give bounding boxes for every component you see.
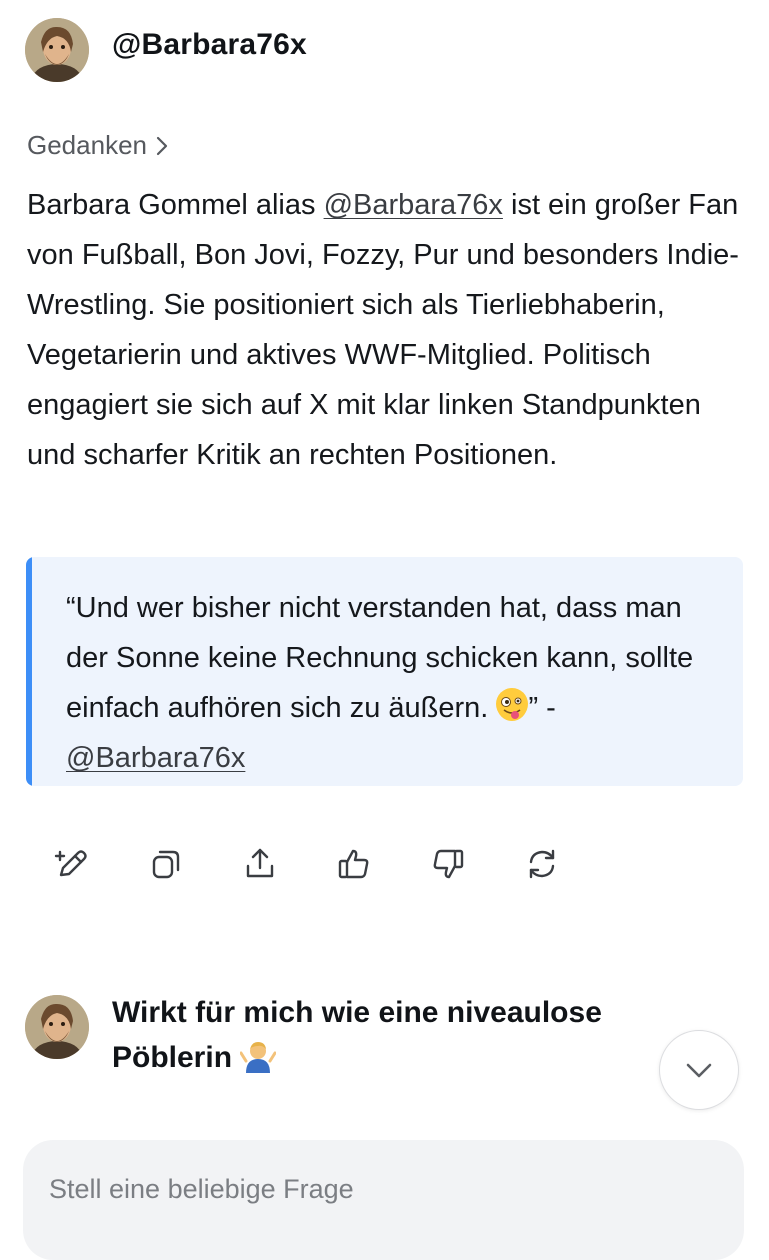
copy-icon [152, 850, 180, 879]
username-title: @Barbara76x [112, 28, 307, 61]
user-message-text: Wirkt für mich wie eine niveaulose Pöble… [112, 996, 602, 1074]
regenerate-icon [529, 849, 555, 879]
thumbs-up-icon [338, 849, 369, 879]
thoughts-label: Gedanken [27, 130, 147, 160]
mention-link[interactable]: @Barbara76x [324, 189, 503, 221]
assistant-answer: Barbara Gommel alias @Barbara76x ist ein… [27, 180, 743, 480]
chevron-right-icon [156, 136, 168, 155]
answer-text-rest: ist ein großer Fan von Fußball, Bon Jovi… [27, 189, 739, 471]
edit-button[interactable] [48, 840, 96, 888]
quote-body: “Und wer bisher nicht verstanden hat, da… [66, 592, 694, 724]
scroll-to-bottom-button[interactable] [659, 1030, 739, 1110]
profile-avatar[interactable] [25, 18, 89, 82]
thoughts-toggle[interactable]: Gedanken [27, 130, 171, 161]
message-input[interactable] [47, 1168, 691, 1210]
thumbs-down-icon [433, 849, 464, 879]
regenerate-button[interactable] [518, 840, 566, 888]
chevron-down-icon [686, 1063, 712, 1078]
user-message: Wirkt für mich wie eine niveaulose Pöble… [112, 990, 672, 1080]
composer [23, 1140, 744, 1260]
response-actions [48, 840, 612, 888]
person-shrugging-emoji-icon [239, 1039, 277, 1073]
copy-button[interactable] [142, 840, 190, 888]
quote-mention-link[interactable]: @Barbara76x [66, 742, 245, 774]
quote-closing: ” - [528, 692, 556, 724]
share-icon [246, 848, 274, 878]
zany-face-emoji-icon [496, 688, 529, 721]
edit-icon [54, 850, 87, 877]
quote-accent-bar [26, 557, 32, 786]
quote-text: “Und wer bisher nicht verstanden hat, da… [66, 583, 706, 783]
quote-block: “Und wer bisher nicht verstanden hat, da… [26, 557, 743, 786]
user-avatar [25, 995, 89, 1059]
thumbs-up-button[interactable] [330, 840, 378, 888]
thumbs-down-button[interactable] [424, 840, 472, 888]
answer-text-start: Barbara Gommel alias [27, 189, 324, 221]
share-button[interactable] [236, 840, 284, 888]
